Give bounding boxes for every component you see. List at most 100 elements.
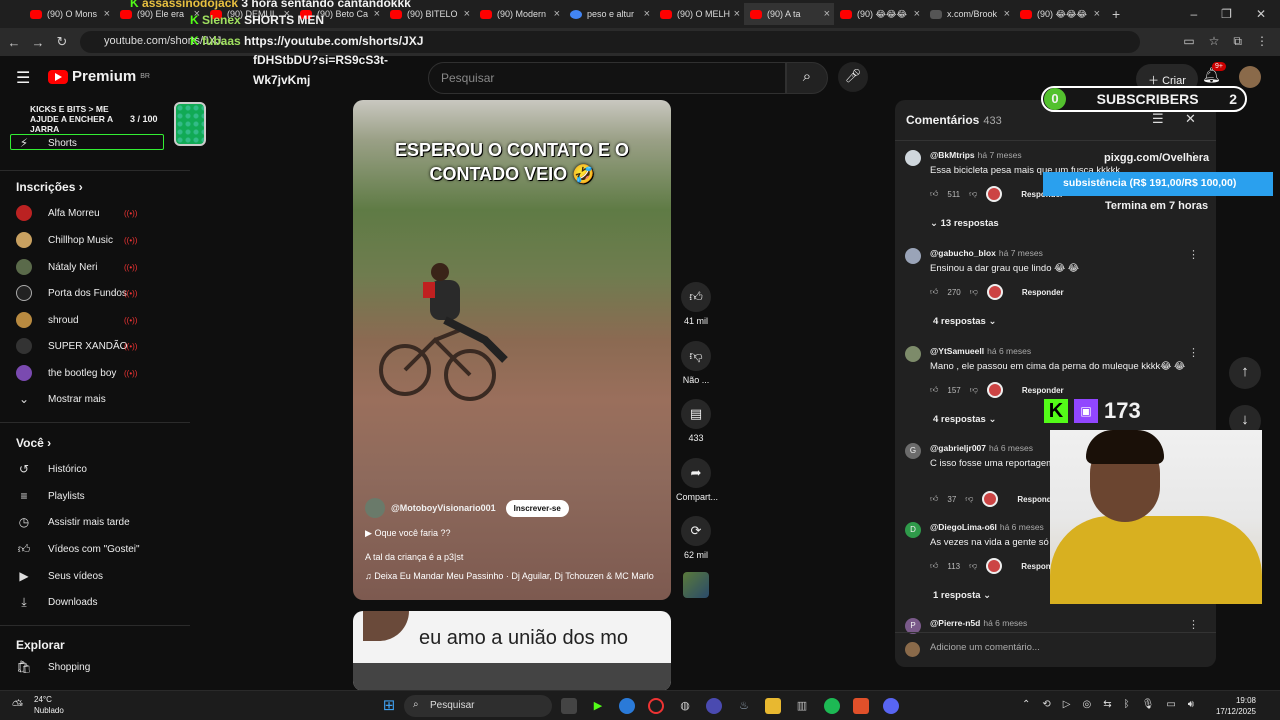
thumbs-down-icon[interactable]: 👎︎ <box>969 561 977 571</box>
tray-app-icon[interactable]: ⇆ <box>1103 699 1111 710</box>
channel-avatar[interactable] <box>365 498 385 518</box>
sidebar-item-your-videos[interactable]: ▶ Seus vídeos <box>0 563 190 589</box>
commenter-handle[interactable]: @gabucho_blox <box>930 248 996 258</box>
browser-tab[interactable]: (90) O MELH × <box>654 3 744 25</box>
discord-icon[interactable] <box>883 698 899 714</box>
thumbs-up-icon[interactable]: 👍︎ <box>930 494 938 504</box>
hamburger-menu-icon[interactable]: ☰ <box>16 68 30 88</box>
share-button[interactable]: ➦ Compart... <box>676 458 718 502</box>
previous-short-button[interactable]: ↑ <box>1229 357 1261 389</box>
commenter-handle[interactable]: @BkMtrips <box>930 150 975 160</box>
sidebar-item-downloads[interactable]: ⤓ Downloads <box>0 589 190 615</box>
thumbs-down-icon[interactable]: 👎︎ <box>969 189 977 199</box>
browser-tab[interactable]: (90) 😂😂😂 × <box>834 3 924 25</box>
short-video-player[interactable]: ESPEROU O CONTATO E O CONTADO VEIO 🤣 @Mo… <box>353 100 671 600</box>
close-icon[interactable]: × <box>824 8 830 20</box>
sidebar-item-channel[interactable]: Nátaly Neri ((•)) <box>0 254 190 280</box>
chevron-up-icon[interactable]: ⌃ <box>1022 699 1030 710</box>
app-icon[interactable]: ▥ <box>794 698 810 714</box>
commenter-handle[interactable]: @YtSamueell <box>930 346 984 356</box>
reply-button[interactable]: Responder <box>1022 386 1064 395</box>
brave-icon[interactable] <box>853 698 869 714</box>
comments-button[interactable]: ▤ 433 <box>676 399 716 443</box>
replies-toggle[interactable]: 4 respostas ⌄ <box>933 316 996 327</box>
thumbs-up-icon[interactable]: 👍︎ <box>930 385 938 395</box>
windows-start-icon[interactable]: ⊞ <box>381 698 397 714</box>
more-options-icon[interactable]: ⋮ <box>1188 346 1199 359</box>
audio-thumbnail[interactable] <box>683 572 709 598</box>
close-icon[interactable]: × <box>464 8 470 20</box>
remix-button[interactable]: ⟳ 62 mil <box>676 516 716 560</box>
bluetooth-icon[interactable]: ᛒ <box>1124 699 1130 710</box>
sidebar-item-liked[interactable]: 👍︎ Vídeos com "Gostei" <box>0 536 190 562</box>
short-music-row[interactable]: ♫ Deixa Eu Mandar Meu Passinho · Dj Agui… <box>365 571 654 581</box>
thumbs-up-icon[interactable]: 👍︎ <box>930 287 938 297</box>
volume-icon[interactable]: 🔊︎ <box>1188 699 1194 710</box>
weather-widget[interactable]: 24°C Nublado <box>34 694 64 716</box>
sidebar-item-channel[interactable]: Chillhop Music ((•)) <box>0 227 190 253</box>
thumbs-down-icon[interactable]: 👎︎ <box>970 287 978 297</box>
new-tab-button[interactable]: + <box>1112 6 1120 22</box>
tray-app-icon[interactable]: ◎ <box>1082 699 1091 710</box>
cast-icon[interactable]: ▭ <box>1183 34 1194 49</box>
dislike-button[interactable]: 👎︎ Não ... <box>676 341 716 385</box>
commenter-handle[interactable]: @gabrieljr007 <box>930 443 986 453</box>
thumbs-down-icon[interactable]: 👎︎ <box>965 494 973 504</box>
commenter-avatar[interactable] <box>905 150 921 166</box>
commenter-handle[interactable]: @Pierre-n5d <box>930 618 980 628</box>
browser-tab[interactable]: peso e altur × <box>564 3 654 25</box>
channel-handle[interactable]: @MotoboyVisionario001 <box>391 503 496 513</box>
steam-icon[interactable]: ♨ <box>736 698 752 714</box>
thumbs-up-icon[interactable]: 👍︎ <box>930 561 938 571</box>
short-question-row[interactable]: ▶ Oque você faria ?? <box>365 528 451 539</box>
close-icon[interactable]: × <box>554 8 560 20</box>
taskbar-search[interactable]: ⌕ Pesquisar <box>404 695 552 717</box>
search-button[interactable]: ⌕ <box>786 62 828 94</box>
commenter-avatar[interactable] <box>905 248 921 264</box>
you-heading[interactable]: Você › <box>16 436 51 450</box>
forward-icon[interactable]: → <box>26 35 50 50</box>
tray-app-icon[interactable]: ▷ <box>1063 699 1071 710</box>
sidebar-item-channel[interactable]: Porta dos Fundos ((•)) <box>0 280 190 306</box>
back-icon[interactable]: ← <box>2 35 26 50</box>
mic-icon[interactable]: 🎙︎ <box>1142 699 1155 710</box>
browser-tab[interactable]: (90) 😂😂😂 × <box>1014 3 1104 25</box>
sidebar-item-channel[interactable]: Alfa Morreu ((•)) <box>0 200 190 226</box>
kick-app-icon[interactable]: ▶ <box>590 698 606 714</box>
reply-button[interactable]: Responder <box>1022 288 1064 297</box>
close-window-icon[interactable]: ✕ <box>1256 7 1266 21</box>
notifications-button[interactable]: 🔔︎ 9+ <box>1202 62 1226 84</box>
show-more-button[interactable]: ⌄ Mostrar mais <box>0 386 190 412</box>
thumbs-down-icon[interactable]: 👎︎ <box>970 385 978 395</box>
youtube-logo[interactable]: Premium BR <box>48 68 150 85</box>
browser-tab[interactable]: (90) O Mons × <box>24 3 114 25</box>
add-comment-input[interactable]: Adicione um comentário... <box>895 632 1216 664</box>
spotify-icon[interactable] <box>824 698 840 714</box>
sidebar-item-channel[interactable]: the bootleg boy ((•)) <box>0 360 190 386</box>
subscriptions-heading[interactable]: Inscrições › <box>16 180 83 194</box>
sidebar-item-channel[interactable]: shroud ((•)) <box>0 307 190 333</box>
system-clock[interactable]: 19:08 17/12/2025 <box>1216 695 1256 717</box>
close-icon[interactable]: × <box>734 8 740 20</box>
like-button[interactable]: 👍︎ 41 mil <box>676 282 716 326</box>
browser-tab-active[interactable]: (90) A ta × <box>744 3 834 25</box>
commenter-avatar[interactable]: G <box>905 443 921 459</box>
app-icon[interactable]: ◍ <box>677 698 693 714</box>
chrome-icon[interactable] <box>619 698 635 714</box>
thumbs-up-icon[interactable]: 👍︎ <box>930 189 938 199</box>
minimize-icon[interactable]: – <box>1190 7 1197 21</box>
task-view-icon[interactable] <box>561 698 577 714</box>
commenter-handle[interactable]: @DiegoLima-o6l <box>930 522 997 532</box>
tray-app-icon[interactable]: ⟲ <box>1042 699 1050 710</box>
sidebar-item-channel[interactable]: SUPER XANDÃO ((•)) <box>0 333 190 359</box>
close-icon[interactable]: × <box>104 8 110 20</box>
sidebar-item-shopping[interactable]: 🛍︎ Shopping <box>0 654 190 680</box>
browser-tab[interactable]: (90) Modern × <box>474 3 564 25</box>
voice-search-button[interactable]: 🎤︎ <box>838 62 868 92</box>
reload-icon[interactable]: ↻ <box>50 34 74 50</box>
close-icon[interactable]: ✕ <box>1185 111 1196 127</box>
replies-toggle[interactable]: 1 resposta ⌄ <box>933 590 991 601</box>
replies-toggle[interactable]: 4 respostas ⌄ <box>933 414 996 425</box>
app-icon[interactable] <box>706 698 722 714</box>
bookmark-star-icon[interactable]: ☆ <box>1209 34 1220 49</box>
